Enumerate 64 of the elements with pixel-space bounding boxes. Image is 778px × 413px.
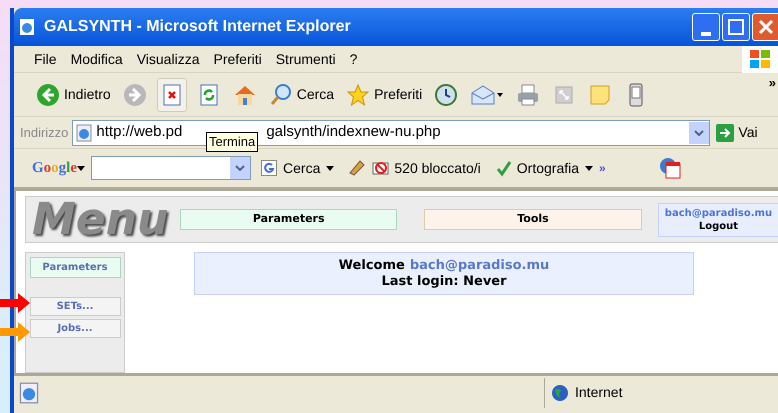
menu-item[interactable]: Modifica xyxy=(70,48,123,70)
spell-check-button[interactable]: Ortografia xyxy=(494,158,580,178)
menu-item[interactable]: Preferiti xyxy=(213,48,262,70)
toolbar-overflow[interactable]: » xyxy=(599,159,606,177)
browser-icon xyxy=(18,18,36,36)
sidebar-item[interactable]: Jobs... xyxy=(30,319,120,338)
menu-item[interactable]: Strumenti xyxy=(276,48,336,70)
clock-icon xyxy=(434,82,458,106)
logout-link[interactable]: Logout xyxy=(698,220,738,232)
globe-icon xyxy=(551,384,569,402)
chevron-down-icon xyxy=(235,165,246,171)
minimize-icon xyxy=(701,32,711,36)
user-email: bach@paradiso.mu xyxy=(410,258,550,274)
zone-text: Internet xyxy=(575,383,622,402)
chevron-down-icon xyxy=(694,130,704,136)
favorites-button[interactable]: Preferiti xyxy=(344,78,424,112)
checkmark-icon xyxy=(494,159,513,177)
sidebar-item[interactable]: SETs... xyxy=(30,297,120,316)
caret-icon xyxy=(77,166,86,170)
nav-tab[interactable]: Tools xyxy=(424,209,642,230)
star-icon xyxy=(346,82,370,106)
google-logo: Google xyxy=(32,158,78,178)
search-button[interactable]: Cerca xyxy=(266,78,336,112)
blocked-window-icon xyxy=(372,159,390,177)
toolbar-overflow[interactable]: » xyxy=(768,73,776,92)
nav-tab[interactable]: Parameters xyxy=(180,209,398,230)
google-search-field[interactable] xyxy=(91,156,252,180)
window-title: GALSYNTH - Microsoft Internet Explorer xyxy=(44,17,351,37)
pencil-icon xyxy=(348,159,366,177)
caret-icon xyxy=(326,166,334,170)
page-icon xyxy=(75,124,94,142)
google-search-button[interactable]: Cerca xyxy=(261,158,320,178)
caret-icon xyxy=(585,166,594,170)
sticky-note-icon xyxy=(588,82,612,106)
url-text: galsynth/indexnew-nu.php xyxy=(266,122,441,142)
menu-item[interactable]: File xyxy=(34,48,57,70)
menu-item[interactable]: ? xyxy=(350,48,358,70)
close-icon xyxy=(758,19,774,35)
url-text: http://web.pd xyxy=(96,122,182,142)
popup-blocker-button[interactable]: 520 bloccato/i xyxy=(372,158,481,178)
close-button[interactable] xyxy=(752,13,778,41)
minimize-button[interactable] xyxy=(692,13,720,41)
stop-button[interactable] xyxy=(156,78,187,112)
google-menu-button[interactable]: Google xyxy=(32,156,86,180)
dropdown-button[interactable] xyxy=(689,122,710,144)
menu-item[interactable]: Visualizza xyxy=(136,48,200,70)
google-g-icon xyxy=(261,160,278,176)
dropdown-button[interactable] xyxy=(230,157,250,179)
printer-icon xyxy=(516,82,540,106)
last-login-text: Last login: Never xyxy=(381,274,507,290)
envelope-icon xyxy=(470,82,504,106)
maximize-button[interactable] xyxy=(722,13,750,41)
tooltip: Termina xyxy=(206,132,258,152)
menu-logo: Menu xyxy=(32,198,168,242)
back-button[interactable]: Indietro xyxy=(34,78,113,112)
page-icon xyxy=(18,382,40,404)
windows-flag-icon xyxy=(749,49,771,69)
magnifier-icon xyxy=(268,82,293,106)
go-button[interactable]: Vai xyxy=(716,122,758,143)
sidebar-heading[interactable]: Parameters xyxy=(30,257,120,278)
address-label: Indirizzo xyxy=(20,124,68,142)
user-email: bach@paradiso.mu xyxy=(664,206,772,220)
maximize-icon xyxy=(728,19,744,35)
welcome-text: Welcome xyxy=(338,258,405,274)
